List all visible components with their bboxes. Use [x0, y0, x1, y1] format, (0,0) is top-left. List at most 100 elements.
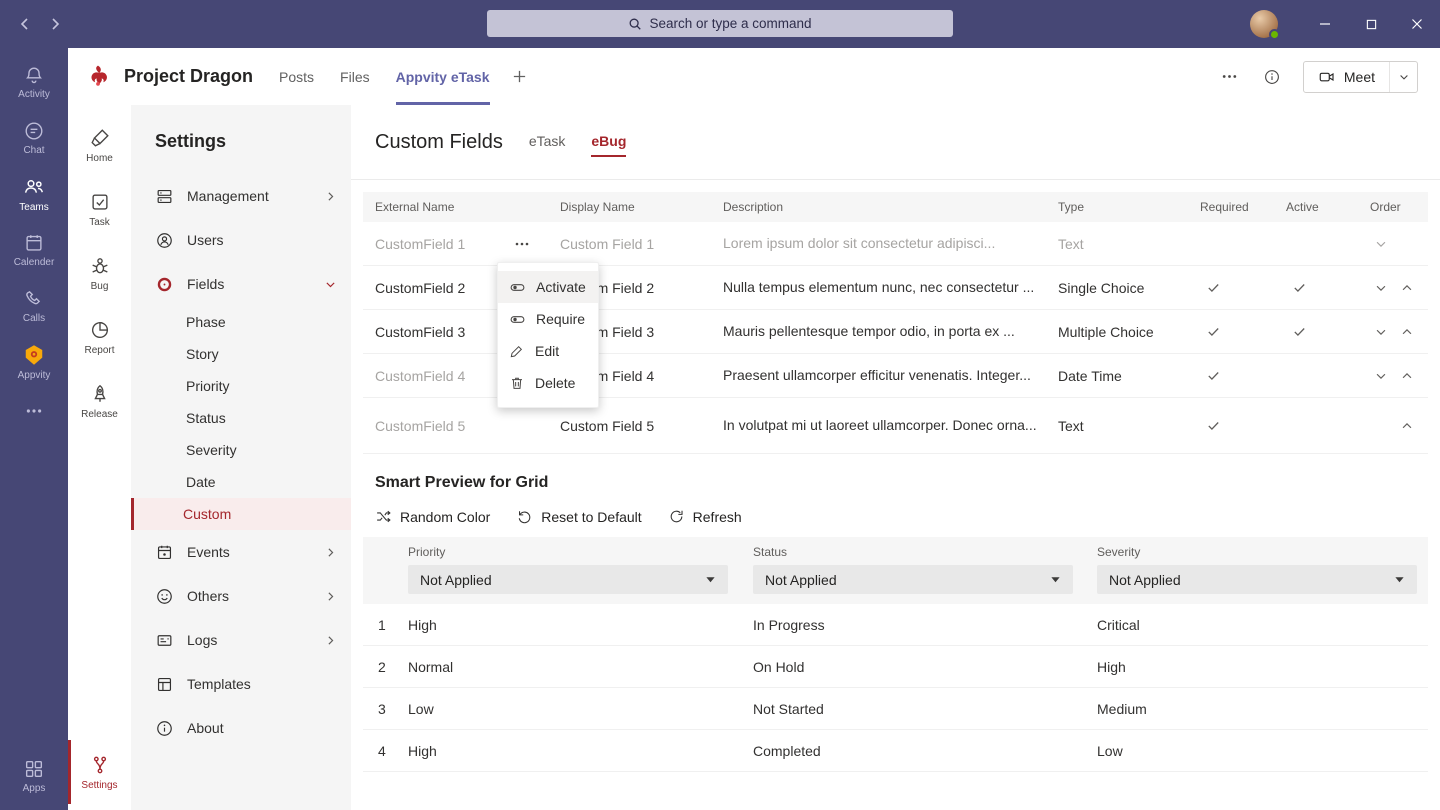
- settings-subitem-story[interactable]: Story: [131, 338, 351, 370]
- tab-files[interactable]: Files: [340, 48, 370, 105]
- settings-content: Custom Fields eTask eBug External Name D…: [351, 105, 1440, 810]
- random-color-button[interactable]: Random Color: [375, 508, 490, 525]
- bug-ant-icon: [89, 255, 111, 277]
- appvity-logo-icon: [22, 343, 46, 367]
- module-report[interactable]: Report: [68, 305, 131, 369]
- settings-nav-panel: Settings Management Users: [131, 105, 351, 810]
- menu-item-activate[interactable]: Activate: [498, 271, 598, 303]
- move-up-icon[interactable]: [1398, 323, 1416, 341]
- table-header-row: External Name Display Name Description T…: [363, 192, 1428, 222]
- smart-preview-grid: Priority Not Applied Status Not Applied: [363, 537, 1428, 772]
- sidebar-item-activity[interactable]: Activity: [0, 54, 68, 110]
- settings-item-logs[interactable]: Logs: [131, 618, 351, 662]
- meet-dropdown-button[interactable]: [1389, 62, 1417, 92]
- templates-icon: [155, 675, 174, 694]
- settings-subitem-status[interactable]: Status: [131, 402, 351, 434]
- tab-posts[interactable]: Posts: [279, 48, 314, 105]
- move-up-icon[interactable]: [1398, 279, 1416, 297]
- required-check-icon: [1200, 418, 1286, 433]
- minimize-button[interactable]: [1302, 0, 1348, 48]
- presence-available-icon: [1269, 29, 1280, 40]
- sidebar-item-calendar[interactable]: Calender: [0, 222, 68, 278]
- close-icon[interactable]: [1394, 0, 1440, 48]
- more-apps-icon[interactable]: [0, 390, 68, 432]
- settings-item-events[interactable]: Events: [131, 530, 351, 574]
- settings-item-users[interactable]: Users: [131, 218, 351, 262]
- sidebar-item-chat[interactable]: Chat: [0, 110, 68, 166]
- list-item: 2 Normal On Hold High: [363, 646, 1428, 688]
- more-options-icon[interactable]: [1219, 66, 1241, 88]
- teams-window: Search or type a command Activity: [0, 0, 1440, 810]
- move-down-icon[interactable]: [1372, 279, 1390, 297]
- task-checkbox-icon: [89, 191, 111, 213]
- settings-item-about[interactable]: About: [131, 706, 351, 750]
- settings-item-fields[interactable]: Fields: [131, 262, 351, 306]
- maximize-button[interactable]: [1348, 0, 1394, 48]
- tab-appvity-etask[interactable]: Appvity eTask: [396, 48, 490, 105]
- module-task[interactable]: Task: [68, 177, 131, 241]
- add-tab-button[interactable]: [512, 69, 527, 84]
- forward-button[interactable]: [44, 13, 66, 35]
- row-context-menu: Activate Require Edit Delete: [497, 262, 599, 408]
- move-down-icon[interactable]: [1372, 367, 1390, 385]
- move-up-icon[interactable]: [1398, 417, 1416, 435]
- reset-default-button[interactable]: Reset to Default: [516, 508, 641, 525]
- row-more-actions-icon[interactable]: [512, 234, 532, 254]
- sidebar-item-apps[interactable]: Apps: [0, 748, 68, 804]
- settings-graph-icon: [89, 754, 111, 776]
- video-camera-icon: [1318, 68, 1336, 86]
- module-home[interactable]: Home: [68, 113, 131, 177]
- window-titlebar: Search or type a command: [0, 0, 1440, 48]
- move-down-icon[interactable]: [1372, 235, 1390, 253]
- settings-subitem-priority[interactable]: Priority: [131, 370, 351, 402]
- refresh-icon: [668, 508, 685, 525]
- settings-subitem-phase[interactable]: Phase: [131, 306, 351, 338]
- dropdown-caret-icon: [1394, 574, 1405, 585]
- required-check-icon: [1200, 324, 1286, 339]
- menu-item-edit[interactable]: Edit: [498, 335, 598, 367]
- refresh-button[interactable]: Refresh: [668, 508, 742, 525]
- info-icon: [155, 719, 174, 738]
- avatar[interactable]: [1250, 10, 1278, 38]
- meet-button[interactable]: Meet: [1304, 62, 1389, 92]
- pencil-icon: [509, 343, 525, 359]
- tab-etask[interactable]: eTask: [529, 133, 566, 157]
- back-button[interactable]: [14, 13, 36, 35]
- calendar-event-icon: [155, 543, 174, 562]
- settings-subitem-date[interactable]: Date: [131, 466, 351, 498]
- search-input[interactable]: Search or type a command: [487, 10, 953, 37]
- module-release[interactable]: Release: [68, 369, 131, 433]
- info-icon[interactable]: [1261, 66, 1283, 88]
- active-check-icon: [1286, 280, 1370, 295]
- severity-filter-dropdown[interactable]: Not Applied: [1097, 565, 1417, 594]
- smart-preview-title: Smart Preview for Grid: [351, 454, 1440, 492]
- menu-item-delete[interactable]: Delete: [498, 367, 598, 399]
- preview-filter-row: Priority Not Applied Status Not Applied: [363, 537, 1428, 604]
- status-filter-dropdown[interactable]: Not Applied: [753, 565, 1073, 594]
- sidebar-item-teams[interactable]: Teams: [0, 166, 68, 222]
- dropdown-caret-icon: [1050, 574, 1061, 585]
- move-up-icon[interactable]: [1398, 367, 1416, 385]
- tab-ebug[interactable]: eBug: [591, 133, 626, 157]
- teams-people-icon: [22, 175, 46, 199]
- priority-filter-dropdown[interactable]: Not Applied: [408, 565, 728, 594]
- dropdown-caret-icon: [705, 574, 716, 585]
- menu-item-require[interactable]: Require: [498, 303, 598, 335]
- toggle-icon: [509, 279, 526, 296]
- release-rocket-icon: [89, 383, 111, 405]
- module-settings[interactable]: Settings: [68, 740, 131, 804]
- settings-subitem-custom[interactable]: Custom: [131, 498, 351, 530]
- search-icon: [628, 17, 642, 31]
- sidebar-item-calls[interactable]: Calls: [0, 278, 68, 334]
- settings-subitem-severity[interactable]: Severity: [131, 434, 351, 466]
- settings-item-management[interactable]: Management: [131, 174, 351, 218]
- module-bug[interactable]: Bug: [68, 241, 131, 305]
- phone-icon: [23, 288, 45, 310]
- meet-split-button: Meet: [1303, 61, 1418, 93]
- channel-tabs: Posts Files Appvity eTask: [279, 48, 489, 105]
- move-down-icon[interactable]: [1372, 323, 1390, 341]
- settings-item-templates[interactable]: Templates: [131, 662, 351, 706]
- sidebar-item-appvity[interactable]: Appvity: [0, 334, 68, 390]
- settings-item-others[interactable]: Others: [131, 574, 351, 618]
- page-title: Project Dragon: [124, 66, 253, 87]
